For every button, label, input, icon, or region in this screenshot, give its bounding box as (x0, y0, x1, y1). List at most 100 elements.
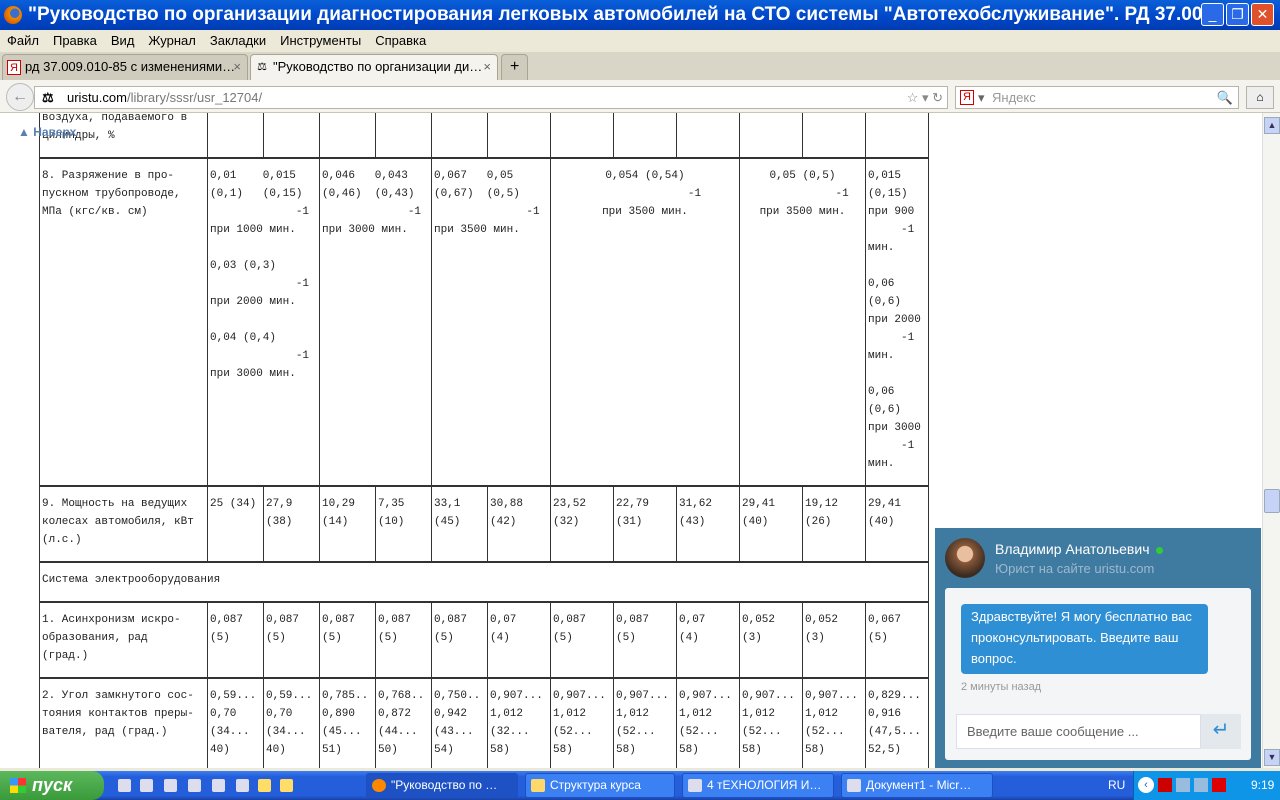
table-cell: 31,62 (43) (676, 486, 740, 562)
search-box[interactable]: Я ▾ Яндекс 🔍 (955, 86, 1239, 109)
menu-bookmarks[interactable]: Закладки (203, 30, 273, 51)
table-cell: 0,59... 0,70 (34... 40) (207, 678, 264, 768)
close-tab-icon[interactable]: × (483, 55, 491, 79)
table-cell (739, 113, 803, 158)
search-icon[interactable]: 🔍 (1217, 87, 1233, 108)
network-icon[interactable] (1176, 778, 1190, 792)
table-cell (487, 113, 551, 158)
quicklaunch-icon[interactable] (236, 779, 249, 792)
scroll-up-button[interactable]: ▲ (1264, 117, 1280, 134)
row-label-cell: 2. Угол замкнутого сос- тояния контактов… (39, 678, 208, 768)
url-path: /library/sssr/usr_12704/ (126, 90, 263, 105)
menu-tools[interactable]: Инструменты (273, 30, 368, 51)
menu-file[interactable]: Файл (0, 30, 46, 51)
clock: 9:19 (1251, 778, 1275, 792)
windows-logo-icon (10, 778, 26, 793)
table-cell: 0,052 (3) (802, 602, 866, 678)
back-button[interactable]: ← (6, 83, 34, 111)
quicklaunch-icon[interactable] (188, 779, 201, 792)
quicklaunch-icon[interactable] (212, 779, 225, 792)
new-tab-button[interactable]: + (501, 54, 528, 80)
table-row: 2. Угол замкнутого сос- тояния контактов… (39, 678, 929, 768)
menu-view[interactable]: Вид (104, 30, 142, 51)
table-cell: 23,52 (32) (550, 486, 614, 562)
antivirus-icon[interactable] (1212, 778, 1226, 792)
table-cell: 29,41 (40) (739, 486, 803, 562)
scrollbar-thumb[interactable] (1264, 489, 1280, 513)
table-cell: 0,907... 1,012 (52... 58) (550, 678, 614, 768)
engine-dropdown-icon[interactable]: ▾ (978, 87, 985, 108)
menu-help[interactable]: Справка (368, 30, 433, 51)
row-label-cell: 1. Асинхронизм искро- образования, рад (… (39, 602, 208, 678)
menu-history[interactable]: Журнал (141, 30, 202, 51)
table-cell: 0,015 (0,15) при 900 -1 мин. 0,06 (0,6) … (865, 158, 929, 486)
menu-bar: Файл Правка Вид Журнал Закладки Инструменты Сп… (0, 30, 1280, 52)
menu-edit[interactable]: Правка (46, 30, 104, 51)
table-cell: 0,750.. 0,942 (43... 54) (431, 678, 488, 768)
quicklaunch-icon[interactable] (140, 779, 153, 792)
close-tab-icon[interactable]: × (233, 55, 241, 79)
window-title: "Руководство по организации диагностиров… (28, 4, 1232, 25)
table-cell: 0,054 (0,54) -1 при 3500 мин. (550, 158, 740, 486)
window-title-bar[interactable]: "Руководство по организации диагностиров… (0, 0, 1280, 30)
taskbar-item-word[interactable]: Документ1 - Micr… (841, 773, 993, 798)
language-indicator[interactable]: RU (1108, 771, 1125, 800)
start-label: пуск (32, 775, 73, 795)
tray-expand-icon[interactable]: ‹ (1138, 777, 1154, 793)
scroll-down-button[interactable]: ▼ (1264, 749, 1280, 766)
table-cell (263, 113, 320, 158)
folder-icon[interactable] (258, 779, 271, 792)
yandex-icon: Я (7, 60, 21, 75)
network-icon[interactable] (1194, 778, 1208, 792)
table-cell: 22,79 (31) (613, 486, 677, 562)
tab-yandex-search[interactable]: Я рд 37.009.010-85 с изменениями… × (2, 54, 248, 80)
lawyer-role: Юрист на сайте uristu.com (995, 561, 1155, 576)
quicklaunch-icon[interactable] (164, 779, 177, 792)
task-label: "Руководство по … (391, 778, 498, 792)
home-button[interactable]: ⌂ (1246, 86, 1274, 109)
firefox-icon (4, 6, 22, 24)
navigation-bar: ← ⚖ uristu.com/library/sssr/usr_12704/ ☆… (0, 80, 1280, 113)
table-cell: 0,052 (3) (739, 602, 803, 678)
search-placeholder: Яндекс (992, 90, 1036, 105)
table-cell: 0,907... 1,012 (52... 58) (802, 678, 866, 768)
task-label: Структура курса (550, 778, 641, 792)
minimize-button[interactable]: _ (1201, 3, 1224, 26)
lawyer-avatar (945, 538, 985, 578)
quicklaunch-icon[interactable] (118, 779, 131, 792)
table-cell: 0,07 (4) (487, 602, 551, 678)
taskbar-item-word[interactable]: 4 тЕХНОЛОГИЯ И… (682, 773, 834, 798)
start-button[interactable]: пуск (0, 771, 104, 800)
send-button[interactable]: ↵ (1201, 714, 1241, 749)
taskbar-item-folder[interactable]: Структура курса (525, 773, 675, 798)
lawyer-name: Владимир Анатольевич (995, 541, 1150, 557)
acrobat-icon[interactable] (1158, 778, 1172, 792)
folder-icon[interactable] (280, 779, 293, 792)
address-bar[interactable]: ⚖ uristu.com/library/sssr/usr_12704/ ☆ ▾… (34, 86, 948, 109)
maximize-button[interactable]: ❐ (1226, 3, 1249, 26)
table-cell: 0,829... 0,916 (47,5... 52,5) (865, 678, 929, 768)
tab-current-document[interactable]: ⚖ "Руководство по организации ди… × (250, 54, 498, 80)
table-cell (865, 113, 929, 158)
taskbar: пуск "Руководство по … Структура курса 4… (0, 771, 1280, 800)
taskbar-item-firefox[interactable]: "Руководство по … (366, 773, 518, 798)
table-cell: 0,07 (4) (676, 602, 740, 678)
table-cell: 29,41 (40) (865, 486, 929, 562)
table-cell: 7,35 (10) (375, 486, 432, 562)
table-cell: 0,907... 1,012 (52... 58) (739, 678, 803, 768)
table-cell: 0,087 (5) (431, 602, 488, 678)
table-row: 1. Асинхронизм искро- образования, рад (… (39, 602, 929, 678)
row-label-cell: 9. Мощность на ведущих колесах автомобил… (39, 486, 208, 562)
word-icon (847, 779, 861, 792)
url-domain: uristu.com (67, 90, 127, 105)
table-cell: 0,907... 1,012 (52... 58) (613, 678, 677, 768)
table-row: Система электрооборудования (39, 562, 929, 602)
bookmark-star-icon[interactable]: ☆ ▾ ↻ (907, 87, 943, 108)
tab-bar: Я рд 37.009.010-85 с изменениями… × ⚖ "Р… (0, 52, 1280, 80)
close-button[interactable]: ✕ (1251, 3, 1274, 26)
back-to-top-link[interactable]: ▲ Наверх (18, 125, 76, 139)
table-cell (613, 113, 677, 158)
table-cell: 30,88 (42) (487, 486, 551, 562)
vertical-scrollbar[interactable]: ▲ ▼ (1262, 113, 1280, 768)
chat-message-input[interactable]: Введите ваше сообщение ... (956, 714, 1201, 749)
